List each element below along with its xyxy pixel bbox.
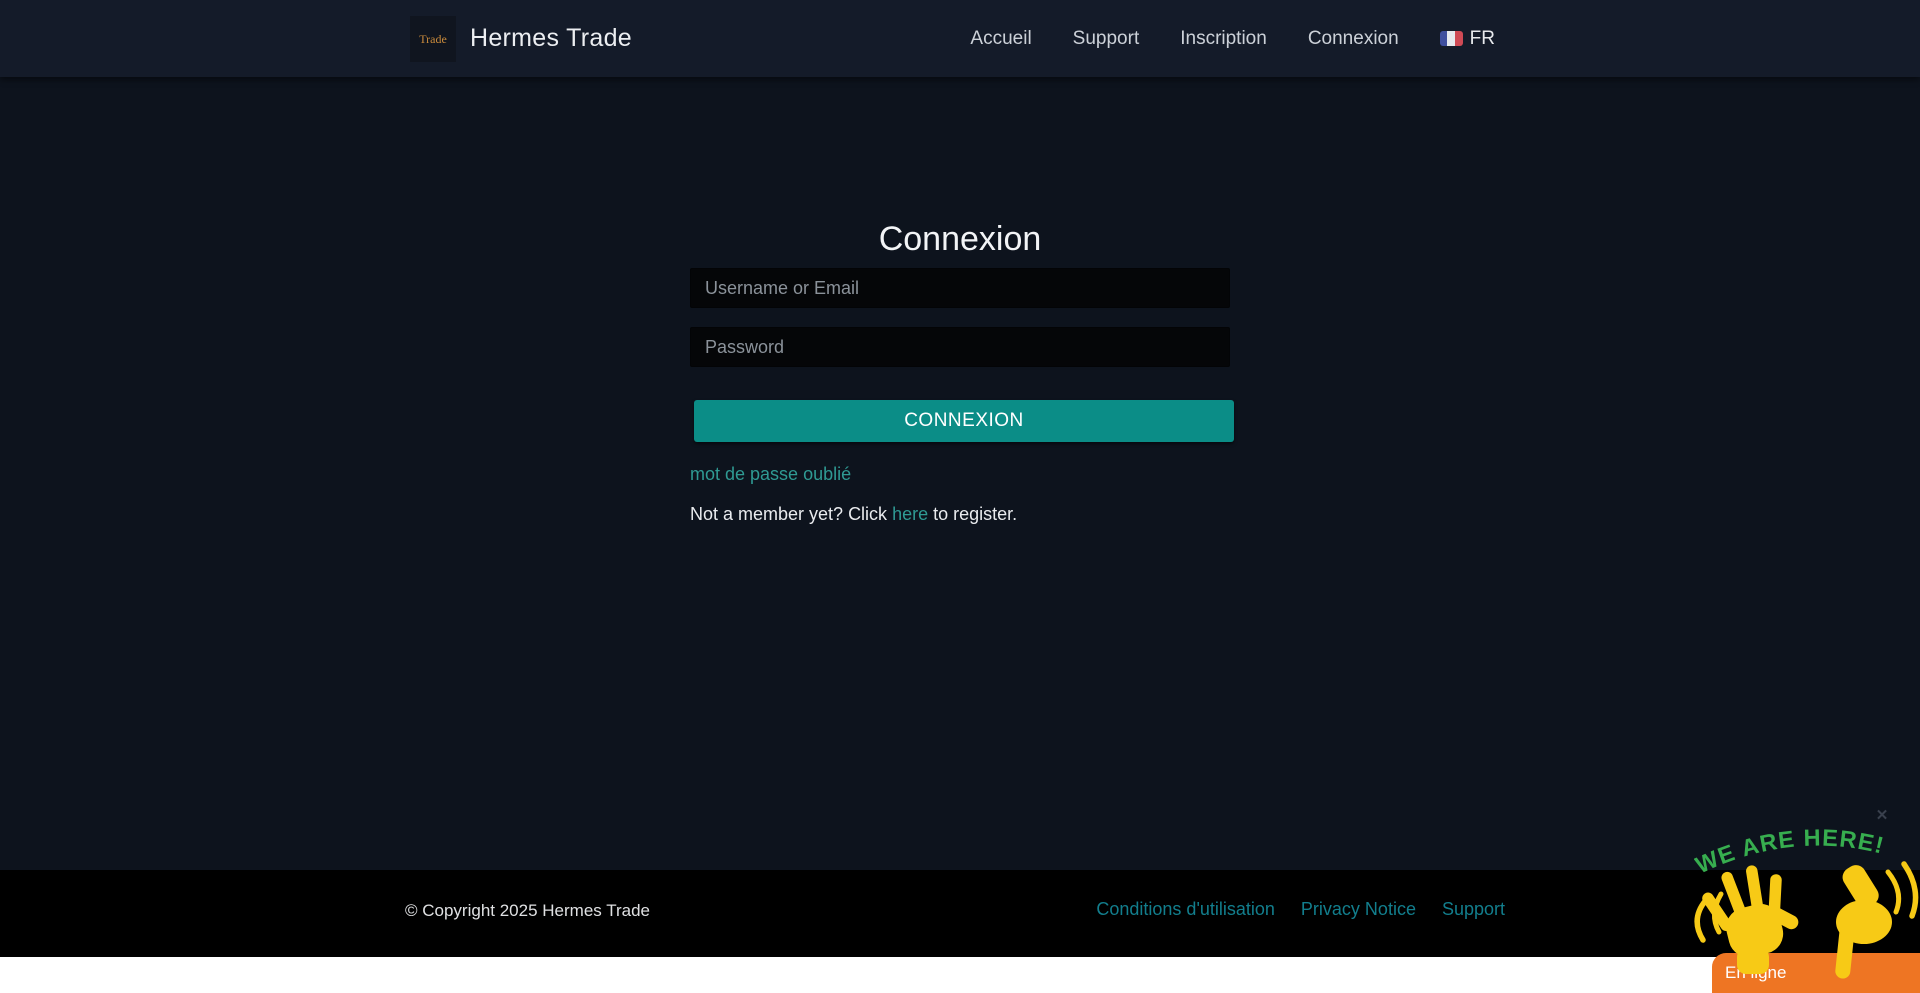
brand-logo[interactable]: Trade [410,16,456,62]
nav-item-connexion[interactable]: Connexion [1308,28,1399,50]
password-input[interactable] [690,327,1230,367]
footer-link-support[interactable]: Support [1442,899,1505,920]
footer-link-terms[interactable]: Conditions d'utilisation [1096,899,1275,920]
chat-status-label: En ligne [1725,963,1786,983]
username-input[interactable] [690,268,1230,308]
footer-link-privacy[interactable]: Privacy Notice [1301,899,1416,920]
chat-close-icon[interactable]: ✕ [1872,806,1892,826]
bottom-strip [0,957,1920,993]
page-title: Connexion [0,220,1920,259]
footer: © Copyright 2025 Hermes Trade Conditions… [0,870,1920,957]
footer-nav: Conditions d'utilisation Privacy Notice … [1096,899,1505,920]
chat-launcher[interactable]: En ligne [1712,953,1920,993]
register-here-link[interactable]: here [892,504,928,524]
banner-text: WE ARE HERE! [1694,824,1887,878]
logo-trade-icon: Trade [419,32,447,47]
copyright-text: © Copyright 2025 Hermes Trade [405,901,650,921]
register-prompt: Not a member yet? Click here to register… [690,504,1017,525]
brand-title[interactable]: Hermes Trade [470,0,632,77]
nav-item-accueil[interactable]: Accueil [970,28,1031,50]
forgot-password-link[interactable]: mot de passe oublié [690,464,851,485]
login-page: Trade Hermes Trade Accueil Support Inscr… [0,0,1920,993]
nav-item-inscription[interactable]: Inscription [1180,28,1267,50]
nav-item-support[interactable]: Support [1073,28,1140,50]
france-flag-icon [1440,31,1463,46]
language-code: FR [1470,28,1495,50]
navbar: Trade Hermes Trade Accueil Support Inscr… [0,0,1920,77]
register-prompt-before: Not a member yet? Click [690,504,892,524]
svg-text:WE ARE HERE!: WE ARE HERE! [1694,824,1887,878]
register-prompt-after: to register. [928,504,1017,524]
main-nav: Accueil Support Inscription Connexion FR [970,0,1495,77]
language-switcher[interactable]: FR [1440,28,1495,50]
login-submit-button[interactable]: CONNEXION [694,400,1234,442]
